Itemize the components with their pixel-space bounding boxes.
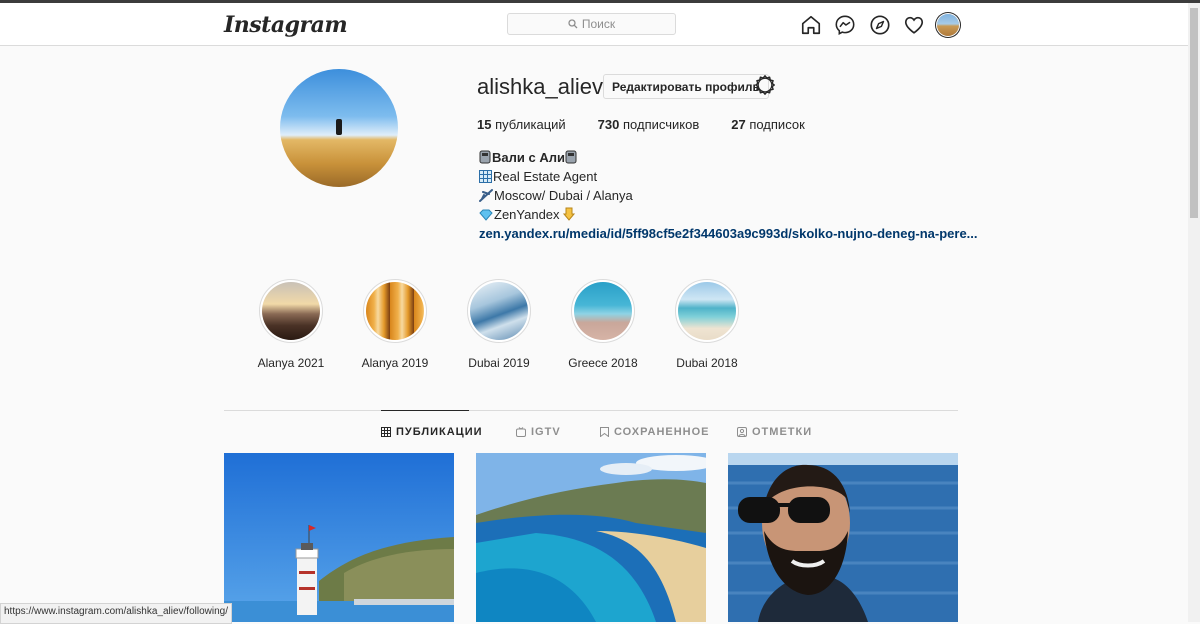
highlight-cover bbox=[470, 282, 528, 340]
messenger-icon[interactable] bbox=[834, 14, 856, 36]
highlight-ring bbox=[675, 279, 739, 343]
highlight-dubai-2018[interactable]: Dubai 2018 bbox=[667, 279, 747, 370]
tab-igtv-label: IGTV bbox=[531, 426, 561, 438]
profile-bio: Вали с Али Real Estate Agent Moscow/ Dub… bbox=[479, 148, 978, 243]
highlight-ring bbox=[363, 279, 427, 343]
stat-followers-label: подписчиков bbox=[623, 117, 700, 132]
profile-avatar[interactable] bbox=[280, 69, 398, 187]
tabs-divider bbox=[224, 410, 958, 411]
highlight-dubai-2019[interactable]: Dubai 2019 bbox=[459, 279, 539, 370]
bio-line-profession: Real Estate Agent bbox=[493, 169, 598, 184]
office-building-icon bbox=[479, 170, 492, 183]
avatar-person-silhouette bbox=[336, 119, 342, 135]
highlight-cover bbox=[574, 282, 632, 340]
grid-icon bbox=[381, 427, 391, 437]
profile-username: alishka_aliev bbox=[477, 74, 603, 99]
tab-tagged[interactable]: ОТМЕТКИ bbox=[737, 426, 812, 438]
stat-followers[interactable]: 730 подписчиков bbox=[598, 117, 700, 132]
pointing-down-hand-icon bbox=[563, 207, 576, 221]
search-placeholder: Поиск bbox=[581, 17, 616, 31]
search-input[interactable]: Поиск bbox=[507, 13, 676, 35]
highlight-label: Greece 2018 bbox=[568, 356, 638, 370]
profile-tabs: ПУБЛИКАЦИИ IGTV СОХРАНЕННОЕ ОТМЕТКИ bbox=[0, 426, 1188, 440]
bio-line-zen: ZenYandex bbox=[494, 207, 560, 222]
post-image bbox=[224, 453, 454, 622]
bank-card-icon-trailing bbox=[565, 150, 577, 164]
home-icon[interactable] bbox=[800, 14, 822, 36]
stat-following-count: 27 bbox=[731, 117, 746, 132]
top-navigation-bar: Instagram Поиск bbox=[0, 3, 1188, 46]
igtv-icon bbox=[516, 427, 526, 437]
highlight-label: Dubai 2019 bbox=[468, 356, 530, 370]
active-tab-indicator bbox=[381, 410, 469, 411]
highlight-cover bbox=[678, 282, 736, 340]
story-highlights: Alanya 2021 Alanya 2019 Dubai 2019 Greec… bbox=[251, 279, 771, 370]
nav-profile-avatar[interactable] bbox=[937, 14, 959, 36]
tagged-user-icon bbox=[737, 427, 747, 437]
edit-profile-button[interactable]: Редактировать профиль bbox=[603, 74, 769, 99]
bio-external-link[interactable]: zen.yandex.ru/media/id/5ff98cf5e2f344603… bbox=[479, 226, 978, 241]
highlight-cover bbox=[262, 282, 320, 340]
post-image bbox=[476, 453, 706, 622]
highlight-label: Dubai 2018 bbox=[676, 356, 738, 370]
highlight-ring bbox=[259, 279, 323, 343]
highlight-alanya-2019[interactable]: Alanya 2019 bbox=[355, 279, 435, 370]
post-thumbnail-beach[interactable] bbox=[476, 453, 706, 622]
highlight-ring bbox=[571, 279, 635, 343]
stat-following[interactable]: 27 подписок bbox=[731, 117, 805, 132]
tab-posts-label: ПУБЛИКАЦИИ bbox=[396, 426, 483, 438]
tab-saved[interactable]: СОХРАНЕННОЕ bbox=[600, 426, 710, 438]
tab-igtv[interactable]: IGTV bbox=[516, 426, 561, 438]
stat-posts-count: 15 bbox=[477, 117, 492, 132]
bank-card-icon bbox=[479, 150, 491, 164]
highlight-alanya-2021[interactable]: Alanya 2021 bbox=[251, 279, 331, 370]
scrollbar-thumb[interactable] bbox=[1190, 8, 1198, 218]
stat-followers-count: 730 bbox=[597, 117, 620, 132]
stat-posts-label: публикаций bbox=[495, 117, 566, 132]
post-thumbnail-lighthouse[interactable] bbox=[224, 453, 454, 622]
heart-icon[interactable] bbox=[903, 14, 925, 36]
gem-icon bbox=[479, 209, 493, 221]
highlight-cover bbox=[366, 282, 424, 340]
tab-posts[interactable]: ПУБЛИКАЦИИ bbox=[381, 426, 483, 438]
tab-saved-label: СОХРАНЕННОЕ bbox=[614, 426, 710, 438]
search-icon bbox=[568, 19, 578, 29]
profile-stats: 15 публикаций 730 подписчиков 27 подписо… bbox=[477, 117, 837, 132]
bio-line-locations: Moscow/ Dubai / Alanya bbox=[494, 188, 633, 203]
bookmark-icon bbox=[600, 427, 609, 437]
highlight-label: Alanya 2019 bbox=[361, 356, 429, 370]
airplane-icon bbox=[479, 189, 493, 202]
post-thumbnail-selfie[interactable] bbox=[728, 453, 958, 622]
instagram-logo[interactable]: Instagram bbox=[224, 12, 348, 38]
tab-tagged-label: ОТМЕТКИ bbox=[752, 426, 813, 438]
browser-status-url: https://www.instagram.com/alishka_aliev/… bbox=[0, 603, 232, 624]
settings-gear-icon[interactable] bbox=[754, 74, 776, 96]
stat-posts[interactable]: 15 публикаций bbox=[477, 117, 566, 132]
highlight-label: Alanya 2021 bbox=[257, 356, 325, 370]
post-image bbox=[728, 453, 958, 622]
explore-icon[interactable] bbox=[869, 14, 891, 36]
highlight-ring bbox=[467, 279, 531, 343]
bio-name: Вали с Али bbox=[492, 150, 565, 165]
highlight-greece-2018[interactable]: Greece 2018 bbox=[563, 279, 643, 370]
stat-following-label: подписок bbox=[749, 117, 805, 132]
